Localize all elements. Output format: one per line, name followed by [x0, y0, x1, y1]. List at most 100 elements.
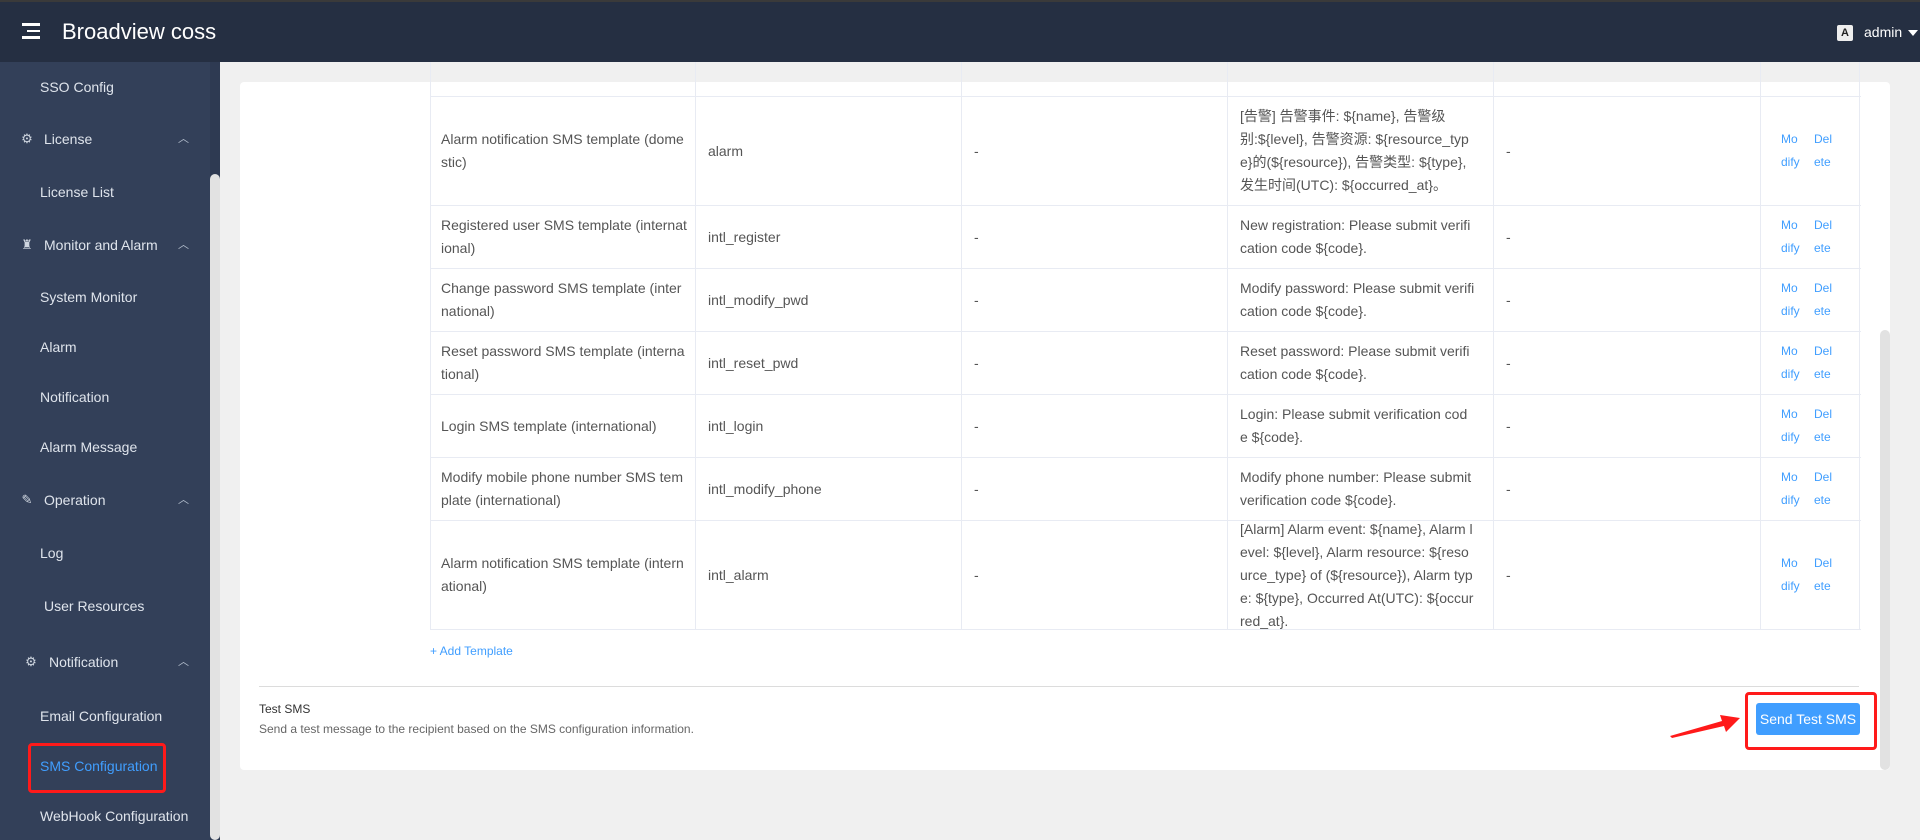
- template-col5-cell-text: -: [1506, 417, 1511, 434]
- sidebar-group-license[interactable]: ⚙ License ︿: [0, 124, 205, 154]
- table-row: Change password SMS template (internatio…: [430, 269, 1861, 332]
- delete-link[interactable]: Delete: [1814, 214, 1837, 260]
- modify-link[interactable]: Modify: [1781, 403, 1804, 449]
- license-gear-icon: ⚙: [21, 131, 33, 146]
- template-content-cell-text: Modify phone number: Please submit verif…: [1240, 469, 1472, 508]
- template-content-cell-text: [Alarm] Alarm event: ${name}, Alarm leve…: [1240, 520, 1474, 629]
- template-key-cell-text: intl_reset_pwd: [708, 354, 799, 371]
- sidebar-item-user-resources[interactable]: User Resources: [0, 591, 205, 621]
- template-key-cell: intl_reset_pwd: [695, 332, 961, 394]
- main-scrollbar[interactable]: [1880, 330, 1890, 770]
- template-content-cell: Modify password: Please submit verificat…: [1227, 269, 1493, 331]
- language-icon[interactable]: A: [1837, 25, 1853, 41]
- template-col3-cell-text: -: [974, 566, 979, 583]
- sidebar-item-sms-configuration[interactable]: SMS Configuration: [0, 751, 205, 781]
- user-menu[interactable]: admin: [1864, 24, 1919, 40]
- template-key-cell-text: intl_alarm: [708, 566, 769, 583]
- table-row: Registered user SMS template (internatio…: [430, 206, 1861, 269]
- sidebar-item-system-monitor[interactable]: System Monitor: [0, 282, 205, 312]
- sidebar-scrollbar[interactable]: [210, 174, 220, 840]
- delete-link[interactable]: Delete: [1814, 403, 1837, 449]
- template-col5-cell-text: -: [1506, 354, 1511, 371]
- sidebar: SSO Config ⚙ License ︿ License List ♜ Monit…: [0, 62, 220, 840]
- sidebar-item-email-configuration[interactable]: Email Configuration: [0, 701, 205, 731]
- table-row: Reset password SMS template (internation…: [430, 332, 1861, 395]
- template-col5-cell-text: -: [1506, 228, 1511, 245]
- delete-link[interactable]: Delete: [1814, 466, 1837, 512]
- delete-link[interactable]: Delete: [1814, 277, 1837, 323]
- modify-link[interactable]: Modify: [1781, 552, 1804, 598]
- menu-toggle-icon[interactable]: [22, 23, 40, 39]
- sidebar-item-alarm[interactable]: Alarm: [0, 332, 205, 362]
- send-test-sms-button[interactable]: Send Test SMS: [1756, 703, 1860, 735]
- chevron-up-icon: ︿: [178, 494, 189, 506]
- table-row-partial: [430, 62, 1861, 97]
- template-key-cell: alarm: [695, 97, 961, 205]
- actions-cell: Modify Delete: [1760, 395, 1860, 457]
- modify-link[interactable]: Modify: [1781, 466, 1804, 512]
- chevron-up-icon: ︿: [178, 133, 189, 145]
- modify-link[interactable]: Modify: [1781, 128, 1804, 174]
- chevron-up-icon: ︿: [178, 239, 189, 251]
- app-title: Broadview coss: [62, 19, 217, 44]
- template-content-cell: Login: Please submit verification code $…: [1227, 395, 1493, 457]
- template-col5-cell: -: [1493, 521, 1760, 629]
- template-key-cell: intl_modify_pwd: [695, 269, 961, 331]
- template-name-cell: Reset password SMS template (internation…: [430, 332, 695, 394]
- test-sms-title: Test SMS: [259, 702, 311, 716]
- template-col5-cell: -: [1493, 97, 1760, 205]
- template-name-cell-text: Registered user SMS template (internatio…: [441, 217, 687, 256]
- modify-link[interactable]: Modify: [1781, 340, 1804, 386]
- template-col5-cell-text: -: [1506, 480, 1511, 497]
- template-key-cell: intl_login: [695, 395, 961, 457]
- add-template-link[interactable]: + Add Template: [430, 644, 513, 658]
- template-col5-cell-text: -: [1506, 142, 1511, 159]
- template-name-cell: Modify mobile phone number SMS template …: [430, 458, 695, 520]
- operation-icon: ✎: [21, 492, 33, 507]
- template-key-cell-text: intl_modify_pwd: [708, 291, 809, 308]
- template-col3-cell-text: -: [974, 228, 979, 245]
- actions-cell: Modify Delete: [1760, 269, 1860, 331]
- table-row: Alarm notification SMS template (domesti…: [430, 97, 1861, 206]
- sidebar-item-webhook-configuration[interactable]: WebHook Configuration: [0, 801, 205, 831]
- template-key-cell: intl_modify_phone: [695, 458, 961, 520]
- modify-link[interactable]: Modify: [1781, 214, 1804, 260]
- actions-cell: Modify Delete: [1760, 458, 1860, 520]
- template-content-cell: Reset password: Please submit verificati…: [1227, 332, 1493, 394]
- annotation-arrow-icon: [1670, 715, 1740, 738]
- test-sms-description: Send a test message to the recipient bas…: [259, 722, 694, 736]
- table-row: Modify mobile phone number SMS template …: [430, 458, 1861, 521]
- template-content-cell-text: Reset password: Please submit verificati…: [1240, 343, 1470, 382]
- template-name-cell-text: Alarm notification SMS template (interna…: [441, 555, 684, 594]
- template-name-cell: Registered user SMS template (internatio…: [430, 206, 695, 268]
- delete-link[interactable]: Delete: [1814, 128, 1837, 174]
- template-name-cell-text: Login SMS template (international): [441, 417, 657, 434]
- caret-down-icon: [1908, 30, 1919, 37]
- template-col3-cell: -: [961, 97, 1227, 205]
- template-col5-cell: -: [1493, 206, 1760, 268]
- sidebar-group-operation[interactable]: ✎ Operation ︿: [0, 485, 205, 515]
- sidebar-item-license-list[interactable]: License List: [0, 177, 205, 207]
- template-col3-cell-text: -: [974, 354, 979, 371]
- template-content-cell-text: [告警] 告警事件: ${name}, 告警级别:${level}, 告警资源:…: [1240, 108, 1469, 193]
- sidebar-item-sso-config[interactable]: SSO Config: [0, 72, 205, 102]
- delete-link[interactable]: Delete: [1814, 552, 1837, 598]
- template-content-cell: New registration: Please submit verifica…: [1227, 206, 1493, 268]
- template-key-cell: intl_register: [695, 206, 961, 268]
- template-col5-cell-text: -: [1506, 566, 1511, 583]
- delete-link[interactable]: Delete: [1814, 340, 1837, 386]
- sidebar-item-notification[interactable]: Notification: [0, 382, 205, 412]
- template-name-cell-text: Alarm notification SMS template (domesti…: [441, 131, 684, 170]
- template-name-cell: Login SMS template (international): [430, 395, 695, 457]
- template-name-cell: Alarm notification SMS template (domesti…: [430, 97, 695, 205]
- sidebar-group-notification[interactable]: ⚙ Notification ︿: [0, 647, 205, 677]
- template-content-cell-text: Login: Please submit verification code $…: [1240, 406, 1468, 445]
- table-cell: [961, 62, 1227, 96]
- template-col3-cell: -: [961, 521, 1227, 629]
- actions-cell: Modify Delete: [1760, 206, 1860, 268]
- template-col3-cell-text: -: [974, 417, 979, 434]
- sidebar-item-alarm-message[interactable]: Alarm Message: [0, 432, 205, 462]
- sidebar-item-log[interactable]: Log: [0, 538, 205, 568]
- sidebar-group-monitor-alarm[interactable]: ♜ Monitor and Alarm ︿: [0, 230, 205, 260]
- modify-link[interactable]: Modify: [1781, 277, 1804, 323]
